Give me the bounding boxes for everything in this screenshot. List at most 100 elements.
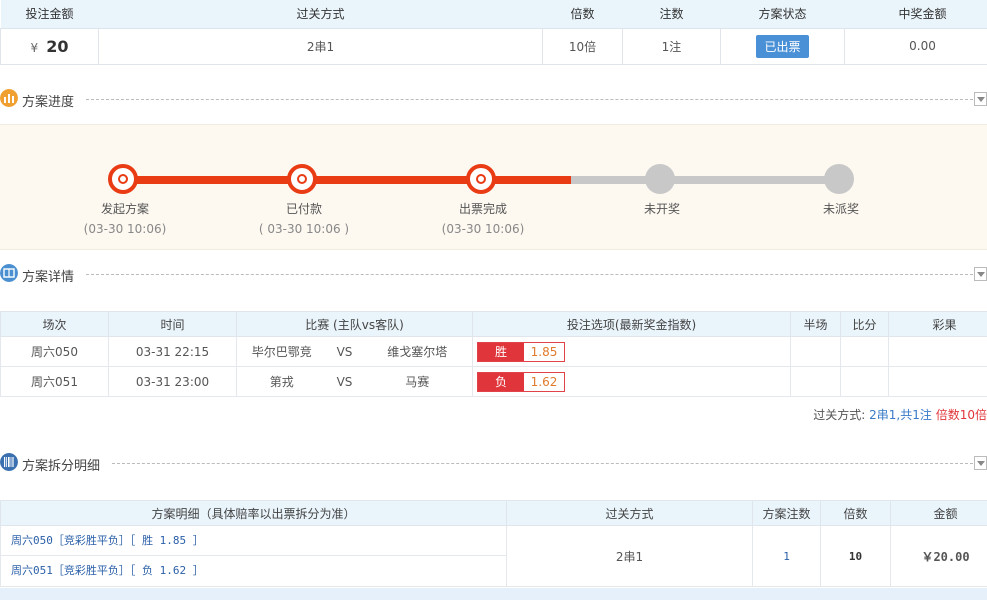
header-prize: 中奖金额 [844,0,987,29]
step-label-1: 发起方案 [100,202,149,216]
detail-list-icon [0,264,18,282]
status-cell: 已出票 [720,27,845,65]
step-node-2 [287,164,317,194]
bet-amount-value: 20 [46,36,69,56]
half-score [790,336,842,367]
table-row: 周六050［竞彩胜平负］［ 胜 1.85 ］ 周六051［竞彩胜平负］［ 负 1… [0,525,987,587]
header-multiple: 倍数 [542,0,623,29]
match-id: 周六050 [0,336,109,367]
pass-summary: 过关方式: 2串1,共1注 倍数10倍 [813,406,987,423]
col-score: 比分 [840,311,890,337]
header-pass-type: 过关方式 [98,0,543,29]
multiple-value: 10倍 [542,27,623,65]
away-team[interactable]: 维戈塞尔塔 [362,336,474,367]
pass-summary-multiple: 倍数10倍 [935,408,987,422]
vs-label: VS [326,366,363,397]
col-match: 场次 [0,311,109,337]
col-pick: 投注选项(最新奖金指数) [472,311,792,337]
col-time: 时间 [108,311,237,337]
pick-badge: 胜 1.85 [477,341,566,362]
col-split-bets: 方案注数 [752,500,821,526]
divider [112,463,973,464]
pick-result: 胜 [478,342,525,361]
step-label-2: 已付款 [285,202,322,216]
outcome [888,366,987,397]
split-pass-type: 2串1 [506,525,753,587]
progress-section-title: 方案进度 [22,91,79,110]
collapse-toggle-icon[interactable] [974,456,987,470]
step-label-5: 未派奖 [822,202,859,216]
bets-value: 1注 [622,27,721,65]
split-line: 周六051［竞彩胜平负］［ 负 1.62 ］ [11,564,204,577]
split-section-title: 方案拆分明细 [22,455,105,474]
header-amount: 投注金额 [0,0,99,29]
half-score [790,366,842,397]
detail-table: 场次 时间 比赛 (主队vs客队) 投注选项(最新奖金指数) 半场 比分 彩果 … [0,311,987,422]
col-split-amount: 金额 [890,500,987,526]
divider [86,99,973,100]
header-status: 方案状态 [720,0,845,29]
final-score [840,366,890,397]
away-team[interactable]: 马赛 [362,366,474,397]
detail-section-title: 方案详情 [22,266,79,285]
match-time: 03-31 23:00 [108,366,237,397]
pick-cell: 负 1.62 [472,366,792,397]
step-node-1 [108,164,138,194]
progress-section-header: 方案进度 [0,84,987,114]
pass-summary-label: 过关方式: [813,408,870,422]
barcode-icon [0,453,18,471]
split-table: 方案明细（具体赔率以出票拆分为准） 过关方式 方案注数 倍数 金额 周六050［… [0,500,987,587]
vs-label: VS [326,336,363,367]
outcome [888,336,987,367]
home-team[interactable]: 毕尔巴鄂竞 [236,336,327,367]
header-bets: 注数 [622,0,721,29]
step-time-1: (03-30 10:06) [83,222,167,236]
pick-result: 负 [478,372,525,391]
pass-type-value: 2串1 [98,27,543,65]
pick-odds: 1.85 [524,342,565,361]
step-label-4: 未开奖 [643,202,680,216]
prize-value: 0.00 [844,27,987,65]
step-time-3: (03-30 10:06) [441,222,525,236]
final-score [840,336,890,367]
progress-chart-icon [0,89,18,107]
pass-summary-value: 2串1,共1注 [869,408,932,422]
match-time: 03-31 22:15 [108,336,237,367]
divider [86,274,973,275]
home-team[interactable]: 第戎 [236,366,327,397]
pick-odds: 1.62 [524,372,565,391]
progress-tracker: 发起方案 (03-30 10:06) 已付款 ( 03-30 10:06 ) 出… [0,124,987,250]
bottom-bar [0,588,987,600]
col-split-multiple: 倍数 [820,500,891,526]
split-multiple: 10 [820,525,891,587]
currency-symbol: ¥ [30,40,39,55]
split-bets: 1 [752,525,821,587]
split-amount: ￥20.00 [890,525,987,587]
split-section-header: 方案拆分明细 [0,448,987,478]
col-outcome: 彩果 [888,311,987,337]
step-node-3 [466,164,496,194]
step-node-5 [824,164,854,194]
step-label-3: 出票完成 [458,202,507,216]
status-button[interactable]: 已出票 [756,34,809,58]
col-split-detail: 方案明细（具体赔率以出票拆分为准） [0,500,507,526]
detail-section-header: 方案详情 [0,259,987,289]
split-lines: 周六050［竞彩胜平负］［ 胜 1.85 ］ 周六051［竞彩胜平负］［ 负 1… [0,525,507,587]
pick-cell: 胜 1.85 [472,336,792,367]
col-half: 半场 [790,311,842,337]
progress-track-pending [571,176,840,184]
step-time-2: ( 03-30 10:06 ) [258,222,350,236]
step-node-4 [645,164,675,194]
col-split-pass: 过关方式 [506,500,753,526]
collapse-toggle-icon[interactable] [974,267,987,281]
progress-track-done [123,176,571,184]
summary-table: 投注金额 过关方式 倍数 注数 方案状态 中奖金额 ¥20 2串1 10倍 1注… [0,0,987,65]
split-line: 周六050［竞彩胜平负］［ 胜 1.85 ］ [1,526,506,556]
table-row: 周六051 03-31 23:00 第戎 VS 马赛 负 1.62 [0,366,987,397]
match-id: 周六051 [0,366,109,397]
pick-badge: 负 1.62 [477,371,566,392]
bet-amount: ¥20 [0,27,99,65]
table-row: 周六050 03-31 22:15 毕尔巴鄂竞 VS 维戈塞尔塔 胜 1.85 [0,336,987,367]
col-teams: 比赛 (主队vs客队) [235,311,474,337]
collapse-toggle-icon[interactable] [974,92,987,106]
